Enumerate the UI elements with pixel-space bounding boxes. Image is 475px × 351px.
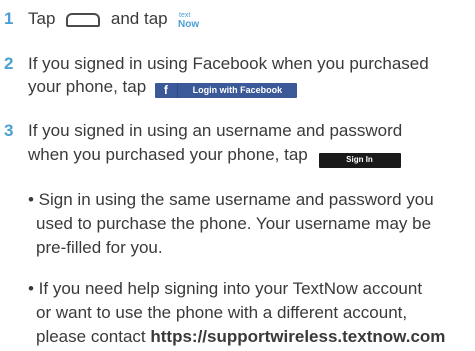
step-text-line-2: when you purchased your phone, tap Sign …	[28, 144, 401, 168]
step-3-text: when you purchased your phone, tap	[28, 145, 308, 164]
step-1-text-a: Tap	[28, 9, 56, 28]
step-text-line-1: If you signed in using Facebook when you…	[28, 54, 429, 73]
logo-text-bottom: Now	[178, 19, 199, 29]
step-number: 3	[4, 121, 14, 140]
support-link[interactable]: https://supportwireless.textnow.com	[150, 327, 445, 346]
step-number: 2	[4, 54, 14, 73]
bullet-2-line-3: please contact https://supportwireless.t…	[36, 325, 445, 350]
bullet-1-line-1: • Sign in using the same username and pa…	[28, 190, 434, 209]
home-button-icon	[66, 13, 101, 27]
facebook-button-label: Login with Facebook	[192, 85, 283, 95]
bullet-1-line-2: used to purchase the phone. Your usernam…	[36, 214, 432, 233]
login-with-facebook-button[interactable]: f Login with Facebook	[154, 82, 297, 98]
facebook-icon: f	[155, 82, 178, 98]
step-text-line-1: If you signed in using an username and p…	[28, 121, 403, 140]
step-2-text: your phone, tap	[28, 77, 147, 96]
textnow-logo-icon: text Now	[178, 12, 199, 29]
step-number: 1	[4, 9, 14, 28]
step-text-line-2: your phone, tap f Login with Facebook	[28, 76, 297, 98]
step-1-text-b: and tap	[110, 9, 168, 28]
sign-in-button[interactable]: Sign In	[318, 152, 401, 168]
step-text: Tap and tap text Now	[28, 8, 206, 30]
bullet-2-line-2: or want to use the phone with a differen…	[36, 303, 408, 322]
bullet-1-line-3: pre-filled for you.	[36, 238, 163, 257]
logo-text-top: text	[179, 12, 190, 19]
bullet-2-contact-text: please contact	[36, 327, 146, 346]
bullet-2-line-1: • If you need help signing into your Tex…	[28, 279, 423, 298]
